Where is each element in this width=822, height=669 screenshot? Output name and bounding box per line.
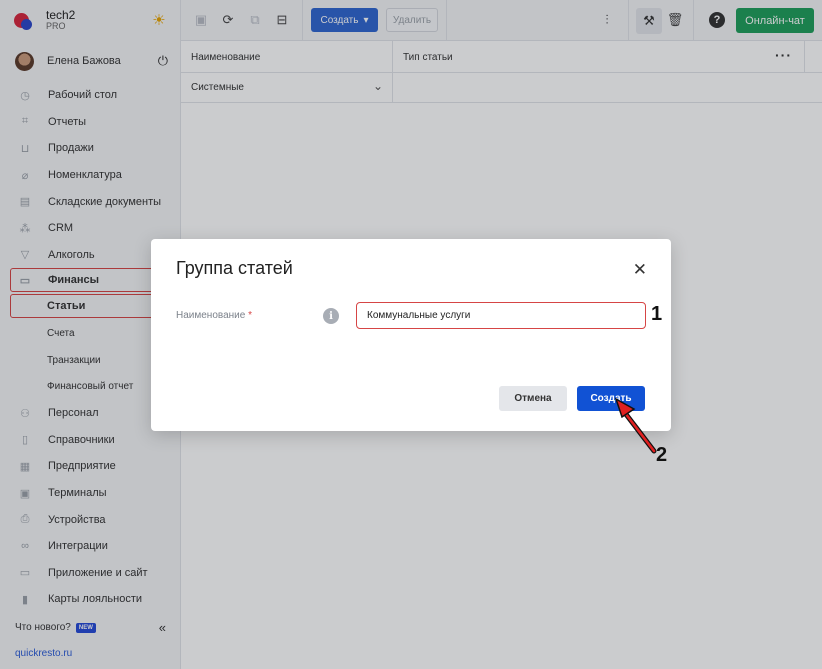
annotation-step-1: 1 bbox=[651, 303, 663, 325]
dialog-title: Группа статей bbox=[176, 258, 293, 278]
name-field-label: Наименование * bbox=[176, 310, 253, 321]
cancel-button[interactable]: Отмена bbox=[499, 386, 567, 411]
close-icon[interactable]: ✕ bbox=[633, 260, 647, 280]
required-mark: * bbox=[248, 310, 253, 321]
info-icon[interactable]: i bbox=[323, 308, 339, 324]
annotation-arrow-icon bbox=[614, 397, 657, 454]
name-input[interactable] bbox=[356, 302, 646, 329]
article-group-dialog: Группа статей ✕ Наименование * i Отмена … bbox=[151, 239, 671, 431]
